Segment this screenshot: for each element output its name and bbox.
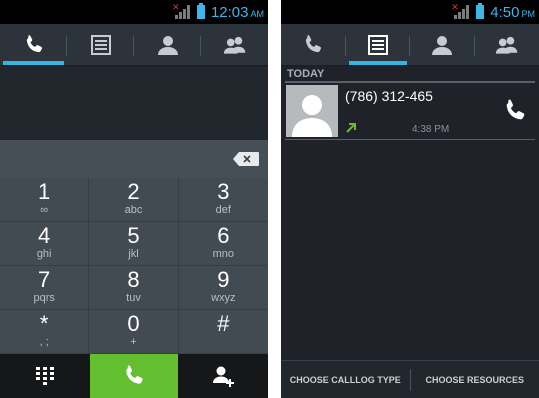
call-back-icon[interactable] <box>501 95 529 127</box>
digits-field[interactable] <box>0 140 268 178</box>
contacts-group-icon <box>223 36 245 54</box>
contact-placeholder-icon <box>292 95 332 137</box>
key-8[interactable]: 8 tuv <box>89 266 179 310</box>
key-hash[interactable]: # <box>178 310 268 354</box>
key-5[interactable]: 5 jkl <box>89 222 179 266</box>
key-9[interactable]: 9 wxyz <box>178 266 268 310</box>
status-bar: ✕ 12:03 AM <box>0 0 268 24</box>
dialpad-toggle-button[interactable] <box>0 354 90 398</box>
tab-phone[interactable] <box>0 24 67 65</box>
contact-icon <box>432 35 453 55</box>
choose-calllog-type-button[interactable]: CHOOSE CALLLOG TYPE <box>281 361 410 398</box>
phone-icon <box>26 34 42 52</box>
add-contact-icon <box>213 366 234 387</box>
status-time: 12:03 <box>210 3 249 21</box>
tab-phone[interactable] <box>281 24 346 65</box>
tab-bar <box>0 24 268 66</box>
call-log-number: (786) 312-465 <box>345 88 433 104</box>
status-bar: ✕ 4:50 PM <box>281 0 539 24</box>
signal-icon: ✕ <box>451 2 470 19</box>
key-7[interactable]: 7 pqrs <box>0 266 90 310</box>
call-log-row[interactable]: (786) 312-465 4:38 PM <box>285 85 535 140</box>
key-4[interactable]: 4 ghi <box>0 222 90 266</box>
contacts-group-icon <box>495 36 518 54</box>
tab-call-log[interactable] <box>346 24 410 65</box>
contact-icon <box>157 35 178 55</box>
tab-bar <box>281 24 539 66</box>
phone-icon <box>126 365 143 384</box>
key-6[interactable]: 6 mno <box>178 222 268 266</box>
key-0[interactable]: 0 + <box>89 310 179 354</box>
tab-call-log[interactable] <box>67 24 134 65</box>
call-log-icon <box>90 34 111 55</box>
dialer-action-bar <box>0 354 268 398</box>
dialpad-icon <box>36 367 54 385</box>
tab-contact[interactable] <box>410 24 475 65</box>
status-ampm: PM <box>521 9 536 19</box>
signal-icon: ✕ <box>172 2 191 19</box>
key-3[interactable]: 3 def <box>178 178 268 222</box>
avatar[interactable] <box>286 85 338 137</box>
call-log-screen: ✕ 4:50 PM TODAY (786) 312-465 4:38 PM CH… <box>281 0 539 398</box>
call-log-action-bar: CHOOSE CALLLOG TYPE CHOOSE RESOURCES <box>281 360 539 398</box>
choose-resources-button[interactable]: CHOOSE RESOURCES <box>411 361 539 398</box>
add-contact-button[interactable] <box>178 354 268 398</box>
battery-icon <box>196 3 205 19</box>
backspace-icon[interactable] <box>233 152 259 166</box>
key-1[interactable]: 1 ∞ <box>0 178 90 222</box>
section-header-today: TODAY <box>285 67 535 83</box>
key-star[interactable]: *, ; <box>0 310 90 354</box>
outgoing-call-arrow-icon <box>346 123 356 133</box>
call-log-time: 4:38 PM <box>412 124 450 135</box>
battery-icon <box>476 3 485 19</box>
call-button[interactable] <box>90 354 178 398</box>
tab-contacts-group[interactable] <box>201 24 268 65</box>
status-ampm: AM <box>250 9 265 19</box>
keypad: 1 ∞ 2 abc 3 def 4 ghi 5 jkl 6 mno 7 pqrs 8 tuv 9… <box>0 178 268 354</box>
dial-display <box>0 66 268 140</box>
status-time: 4:50 <box>490 3 520 21</box>
dialer-screen: ✕ 12:03 AM 1 ∞ 2 abc 3 def 4 ghi 5 jkl 6 mno <box>0 0 268 398</box>
tab-contacts-group[interactable] <box>475 24 539 65</box>
tab-contact[interactable] <box>134 24 201 65</box>
phone-icon <box>306 34 322 52</box>
call-log-icon <box>367 34 388 55</box>
key-2[interactable]: 2 abc <box>89 178 179 222</box>
